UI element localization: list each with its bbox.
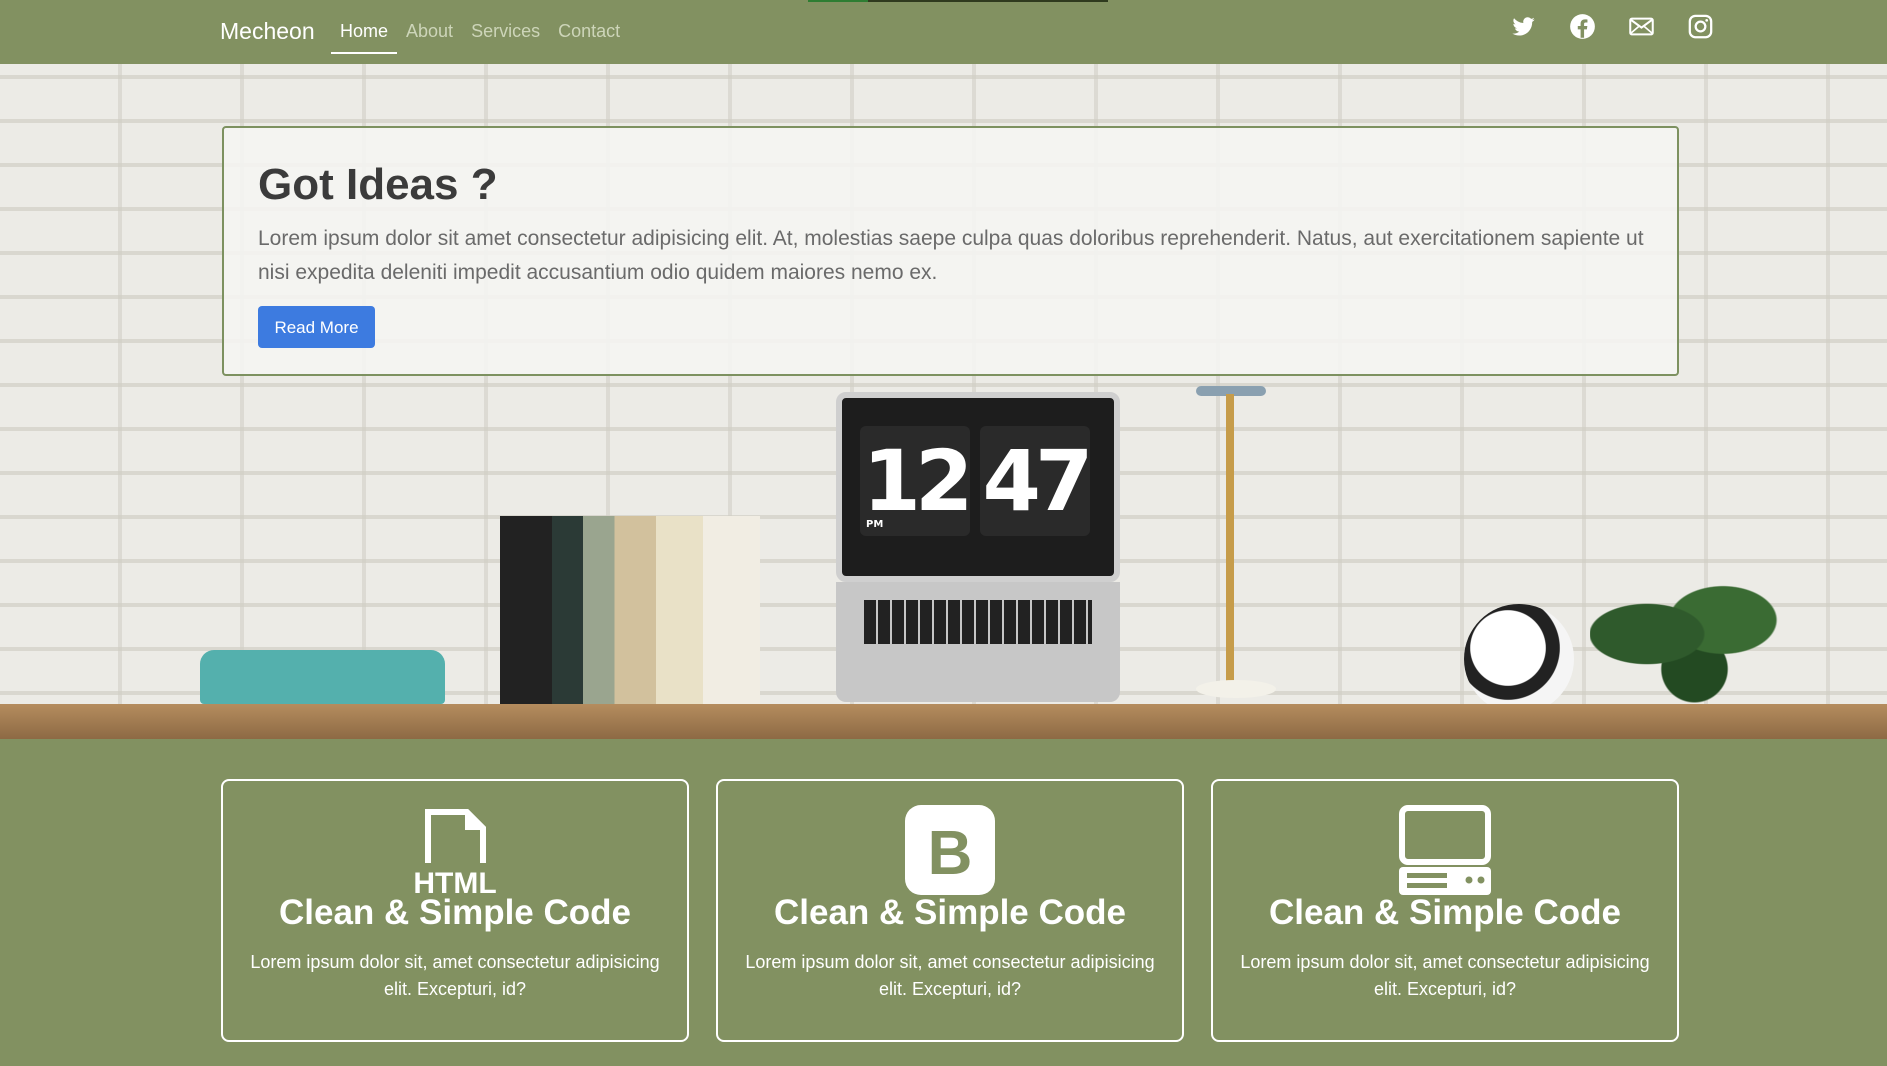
feature-title: Clean & Simple Code	[1268, 893, 1622, 932]
lamp-base	[1196, 680, 1276, 698]
read-more-button[interactable]: Read More	[258, 306, 375, 348]
nav-link-contact[interactable]: Contact	[549, 0, 629, 54]
instagram-icon[interactable]	[1687, 13, 1714, 40]
feature-title: Clean & Simple Code	[773, 893, 1127, 932]
clock-period: PM	[866, 519, 884, 530]
clock-hour-text: 12	[862, 432, 974, 530]
facebook-icon[interactable]	[1569, 13, 1596, 40]
bootstrap-icon-label: B	[928, 819, 973, 888]
computer-icon	[1399, 805, 1491, 902]
feature-card-html: HTML Clean & Simple Code Lorem ipsum dol…	[221, 779, 689, 1042]
lamp-pole	[1226, 394, 1234, 684]
nav-link-services[interactable]: Services	[462, 0, 549, 54]
progress-line	[808, 0, 1108, 2]
hero-description: Lorem ipsum dolor sit amet consectetur a…	[258, 227, 1644, 284]
clock-minute: 47	[980, 426, 1093, 536]
envelope-icon[interactable]	[1628, 13, 1655, 40]
feature-text: Lorem ipsum dolor sit, amet consectetur …	[250, 952, 660, 999]
html-icon-label: HTML	[413, 867, 496, 895]
nav-link-about[interactable]: About	[397, 0, 462, 54]
feature-title: Clean & Simple Code	[278, 893, 632, 932]
social-links	[1510, 13, 1714, 40]
twitter-icon[interactable]	[1510, 13, 1537, 40]
clock-hour: 12 PM	[860, 426, 974, 536]
nav-links: Home About Services Contact	[331, 0, 629, 56]
feature-card-bootstrap: B Clean & Simple Code Lorem ipsum dolor …	[716, 779, 1184, 1042]
feature-card-computer: Clean & Simple Code Lorem ipsum dolor si…	[1211, 779, 1679, 1042]
laptop-keyboard	[836, 582, 1120, 702]
desk-surface	[0, 704, 1887, 739]
laptop-image: 12 PM 47	[836, 392, 1120, 582]
features-section: HTML Clean & Simple Code Lorem ipsum dol…	[221, 779, 1680, 1042]
plant-image	[1590, 564, 1780, 704]
flip-clock: 12 PM 47	[860, 426, 1093, 536]
globe-image	[1464, 604, 1574, 714]
html-file-icon: HTML	[410, 805, 500, 900]
brand-logo[interactable]: Mecheon	[220, 18, 315, 45]
feature-text: Lorem ipsum dolor sit, amet consectetur …	[745, 952, 1155, 999]
nav-link-home[interactable]: Home	[331, 0, 398, 54]
feature-text: Lorem ipsum dolor sit, amet consectetur …	[1240, 952, 1650, 999]
hero-card: Got Ideas ? Lorem ipsum dolor sit amet c…	[222, 126, 1679, 376]
books-image	[500, 516, 760, 704]
bootstrap-icon: B	[905, 805, 995, 900]
navbar: Mecheon Home About Services Contact	[0, 0, 1887, 64]
typewriter-image	[200, 650, 445, 704]
hero-title: Got Ideas ?	[258, 160, 498, 209]
